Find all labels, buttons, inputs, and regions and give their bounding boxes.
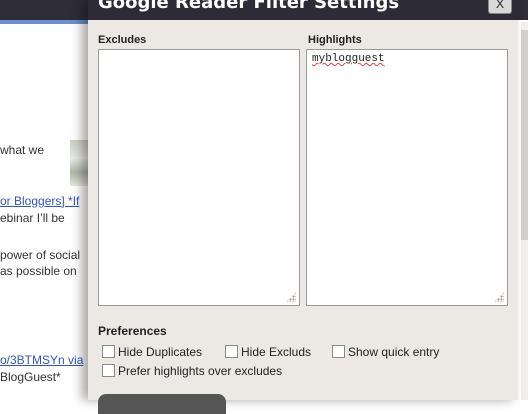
excludes-textarea[interactable] bbox=[98, 49, 300, 306]
save-button[interactable] bbox=[98, 394, 226, 414]
show-quick-entry-label[interactable]: Show quick entry bbox=[348, 345, 439, 359]
highlights-textarea[interactable]: myblogguest bbox=[306, 49, 508, 306]
dialog-header: Google Reader Filter Settings X bbox=[88, 0, 518, 20]
background-text-line: as possible on bbox=[0, 264, 77, 278]
hide-duplicates-label[interactable]: Hide Duplicates bbox=[118, 345, 202, 359]
highlights-textarea-value: myblogguest bbox=[312, 53, 385, 65]
preferences-title: Preferences bbox=[98, 324, 167, 338]
show-quick-entry-checkbox[interactable] bbox=[332, 345, 345, 358]
resize-grip-icon[interactable] bbox=[494, 292, 504, 302]
background-link-line[interactable]: or Bloggers] *If bbox=[0, 194, 79, 208]
background-thumbnail[interactable] bbox=[70, 140, 88, 186]
background-link[interactable]: or Bloggers] *If bbox=[0, 194, 79, 208]
hide-excluds-checkbox[interactable] bbox=[225, 345, 238, 358]
excludes-label: Excludes bbox=[98, 34, 147, 46]
background-text-line: BlogGuest* bbox=[0, 370, 61, 384]
hide-duplicates-checkbox[interactable] bbox=[102, 345, 115, 358]
close-button[interactable]: X bbox=[488, 0, 512, 14]
background-link[interactable]: o/3BTMSYn via bbox=[0, 353, 83, 367]
prefer-highlights-checkbox[interactable] bbox=[102, 364, 115, 377]
background-text-line: ebinar I’ll be bbox=[0, 211, 65, 225]
dialog-title: Google Reader Filter Settings bbox=[98, 0, 400, 13]
resize-grip-icon[interactable] bbox=[286, 292, 296, 302]
filter-settings-dialog: Google Reader Filter Settings X Excludes… bbox=[88, 0, 518, 414]
highlights-label: Highlights bbox=[308, 34, 362, 46]
background-text-line: power of social bbox=[0, 248, 81, 262]
hide-excluds-label[interactable]: Hide Excluds bbox=[241, 345, 311, 359]
background-text-line: what we bbox=[0, 143, 45, 157]
page-scrollbar-thumb[interactable] bbox=[521, 30, 528, 240]
prefer-highlights-label[interactable]: Prefer highlights over excludes bbox=[118, 364, 282, 378]
